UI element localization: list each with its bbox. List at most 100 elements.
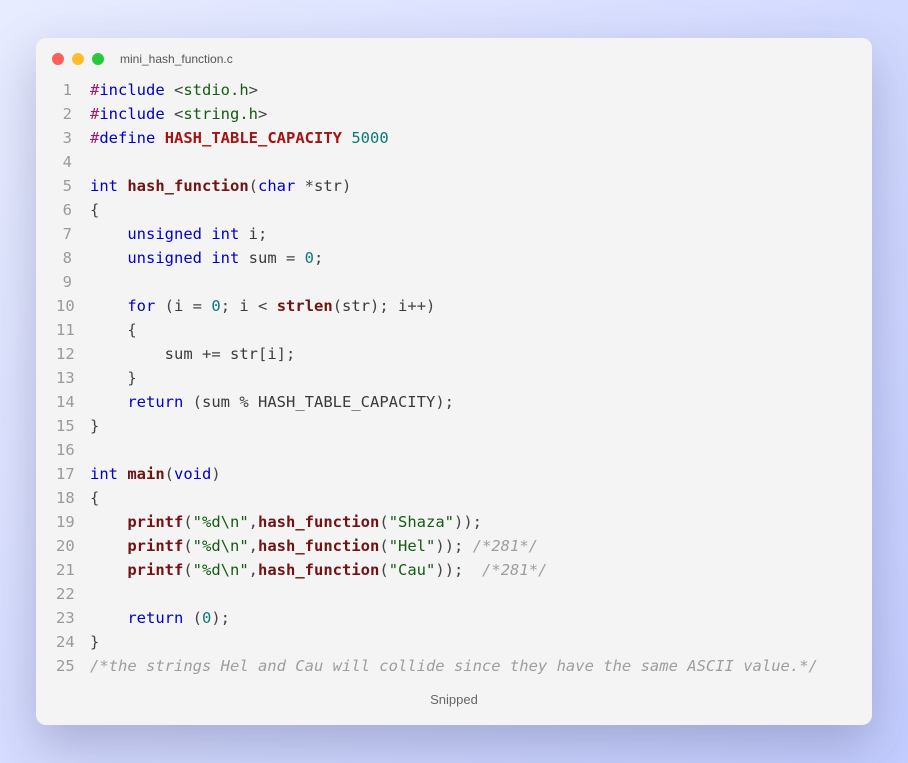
code-content[interactable] — [90, 270, 852, 294]
code-content[interactable]: } — [90, 630, 852, 654]
token-punct: ( — [165, 465, 174, 483]
code-content[interactable]: } — [90, 366, 852, 390]
code-line[interactable]: 8 unsigned int sum = 0; — [56, 246, 852, 270]
code-content[interactable] — [90, 438, 852, 462]
code-line[interactable]: 11 { — [56, 318, 852, 342]
line-number: 8 — [56, 246, 90, 270]
code-content[interactable]: } — [90, 414, 852, 438]
code-line[interactable]: 23 return (0); — [56, 606, 852, 630]
token-punct — [90, 537, 127, 555]
code-area[interactable]: 1#include <stdio.h>2#include <string.h>3… — [36, 78, 872, 678]
token-id: sum — [165, 345, 193, 363]
token-punct — [90, 561, 127, 579]
token-num: 0 — [211, 297, 220, 315]
code-line[interactable]: 22 — [56, 582, 852, 606]
code-content[interactable] — [90, 150, 852, 174]
token-num: 0 — [202, 609, 211, 627]
code-content[interactable] — [90, 582, 852, 606]
token-punct: ) — [211, 465, 220, 483]
token-id: sum — [202, 393, 230, 411]
code-content[interactable]: { — [90, 198, 852, 222]
token-punct: ]; — [277, 345, 296, 363]
token-kw: include — [99, 105, 164, 123]
code-line[interactable]: 7 unsigned int i; — [56, 222, 852, 246]
token-fn: printf — [127, 513, 183, 531]
token-punct: += — [193, 345, 230, 363]
token-fn: main — [127, 465, 164, 483]
code-content[interactable]: #include <string.h> — [90, 102, 852, 126]
token-pp: # — [90, 81, 99, 99]
code-content[interactable]: { — [90, 486, 852, 510]
token-str: "Shaza" — [389, 513, 454, 531]
code-content[interactable]: int hash_function(char *str) — [90, 174, 852, 198]
code-content[interactable]: printf("%d\n",hash_function("Cau")); /*2… — [90, 558, 852, 582]
code-line[interactable]: 25/*the strings Hel and Cau will collide… — [56, 654, 852, 678]
line-number: 4 — [56, 150, 90, 174]
minimize-icon[interactable] — [72, 53, 84, 65]
line-number: 3 — [56, 126, 90, 150]
code-line[interactable]: 16 — [56, 438, 852, 462]
token-punct: ( — [183, 609, 202, 627]
code-content[interactable]: printf("%d\n",hash_function("Shaza")); — [90, 510, 852, 534]
token-punct: ; — [314, 249, 323, 267]
token-fn: hash_function — [258, 537, 379, 555]
token-punct — [90, 225, 127, 243]
token-kw: char — [258, 177, 295, 195]
code-content[interactable]: sum += str[i]; — [90, 342, 852, 366]
token-punct: ( — [379, 513, 388, 531]
token-punct: { — [90, 201, 99, 219]
code-line[interactable]: 6{ — [56, 198, 852, 222]
token-id: HASH_TABLE_CAPACITY — [258, 393, 435, 411]
code-line[interactable]: 12 sum += str[i]; — [56, 342, 852, 366]
token-fn: hash_function — [258, 561, 379, 579]
code-line[interactable]: 2#include <string.h> — [56, 102, 852, 126]
token-punct — [90, 249, 127, 267]
token-kw: int — [211, 249, 239, 267]
code-content[interactable]: int main(void) — [90, 462, 852, 486]
code-content[interactable]: #define HASH_TABLE_CAPACITY 5000 — [90, 126, 852, 150]
token-punct: [ — [258, 345, 267, 363]
code-content[interactable]: #include <stdio.h> — [90, 78, 852, 102]
code-line[interactable]: 24} — [56, 630, 852, 654]
code-line[interactable]: 3#define HASH_TABLE_CAPACITY 5000 — [56, 126, 852, 150]
code-content[interactable]: { — [90, 318, 852, 342]
code-content[interactable]: return (sum % HASH_TABLE_CAPACITY); — [90, 390, 852, 414]
token-fn: hash_function — [127, 177, 248, 195]
token-punct: , — [249, 537, 258, 555]
line-number: 19 — [56, 510, 90, 534]
code-line[interactable]: 19 printf("%d\n",hash_function("Shaza"))… — [56, 510, 852, 534]
line-number: 10 — [56, 294, 90, 318]
token-kw: return — [127, 393, 183, 411]
token-kw: int — [90, 465, 118, 483]
code-line[interactable]: 4 — [56, 150, 852, 174]
token-fn: printf — [127, 561, 183, 579]
line-number: 7 — [56, 222, 90, 246]
code-line[interactable]: 21 printf("%d\n",hash_function("Cau")); … — [56, 558, 852, 582]
token-punct: ( — [379, 537, 388, 555]
code-line[interactable]: 17int main(void) — [56, 462, 852, 486]
code-line[interactable]: 18{ — [56, 486, 852, 510]
line-number: 11 — [56, 318, 90, 342]
code-line[interactable]: 1#include <stdio.h> — [56, 78, 852, 102]
code-line[interactable]: 14 return (sum % HASH_TABLE_CAPACITY); — [56, 390, 852, 414]
code-content[interactable]: printf("%d\n",hash_function("Hel")); /*2… — [90, 534, 852, 558]
code-line[interactable]: 10 for (i = 0; i < strlen(str); i++) — [56, 294, 852, 318]
close-icon[interactable] — [52, 53, 64, 65]
code-content[interactable]: unsigned int sum = 0; — [90, 246, 852, 270]
zoom-icon[interactable] — [92, 53, 104, 65]
token-cmt: /*281*/ — [473, 537, 538, 555]
code-line[interactable]: 9 — [56, 270, 852, 294]
code-line[interactable]: 15} — [56, 414, 852, 438]
code-line[interactable]: 13 } — [56, 366, 852, 390]
code-line[interactable]: 5int hash_function(char *str) — [56, 174, 852, 198]
token-punct: { — [90, 489, 99, 507]
token-macro: HASH_TABLE_CAPACITY — [165, 129, 342, 147]
code-content[interactable]: return (0); — [90, 606, 852, 630]
line-number: 15 — [56, 414, 90, 438]
code-content[interactable]: unsigned int i; — [90, 222, 852, 246]
token-punct: % — [230, 393, 258, 411]
token-fn: strlen — [277, 297, 333, 315]
code-content[interactable]: for (i = 0; i < strlen(str); i++) — [90, 294, 852, 318]
code-line[interactable]: 20 printf("%d\n",hash_function("Hel")); … — [56, 534, 852, 558]
code-content[interactable]: /*the strings Hel and Cau will collide s… — [90, 654, 852, 678]
